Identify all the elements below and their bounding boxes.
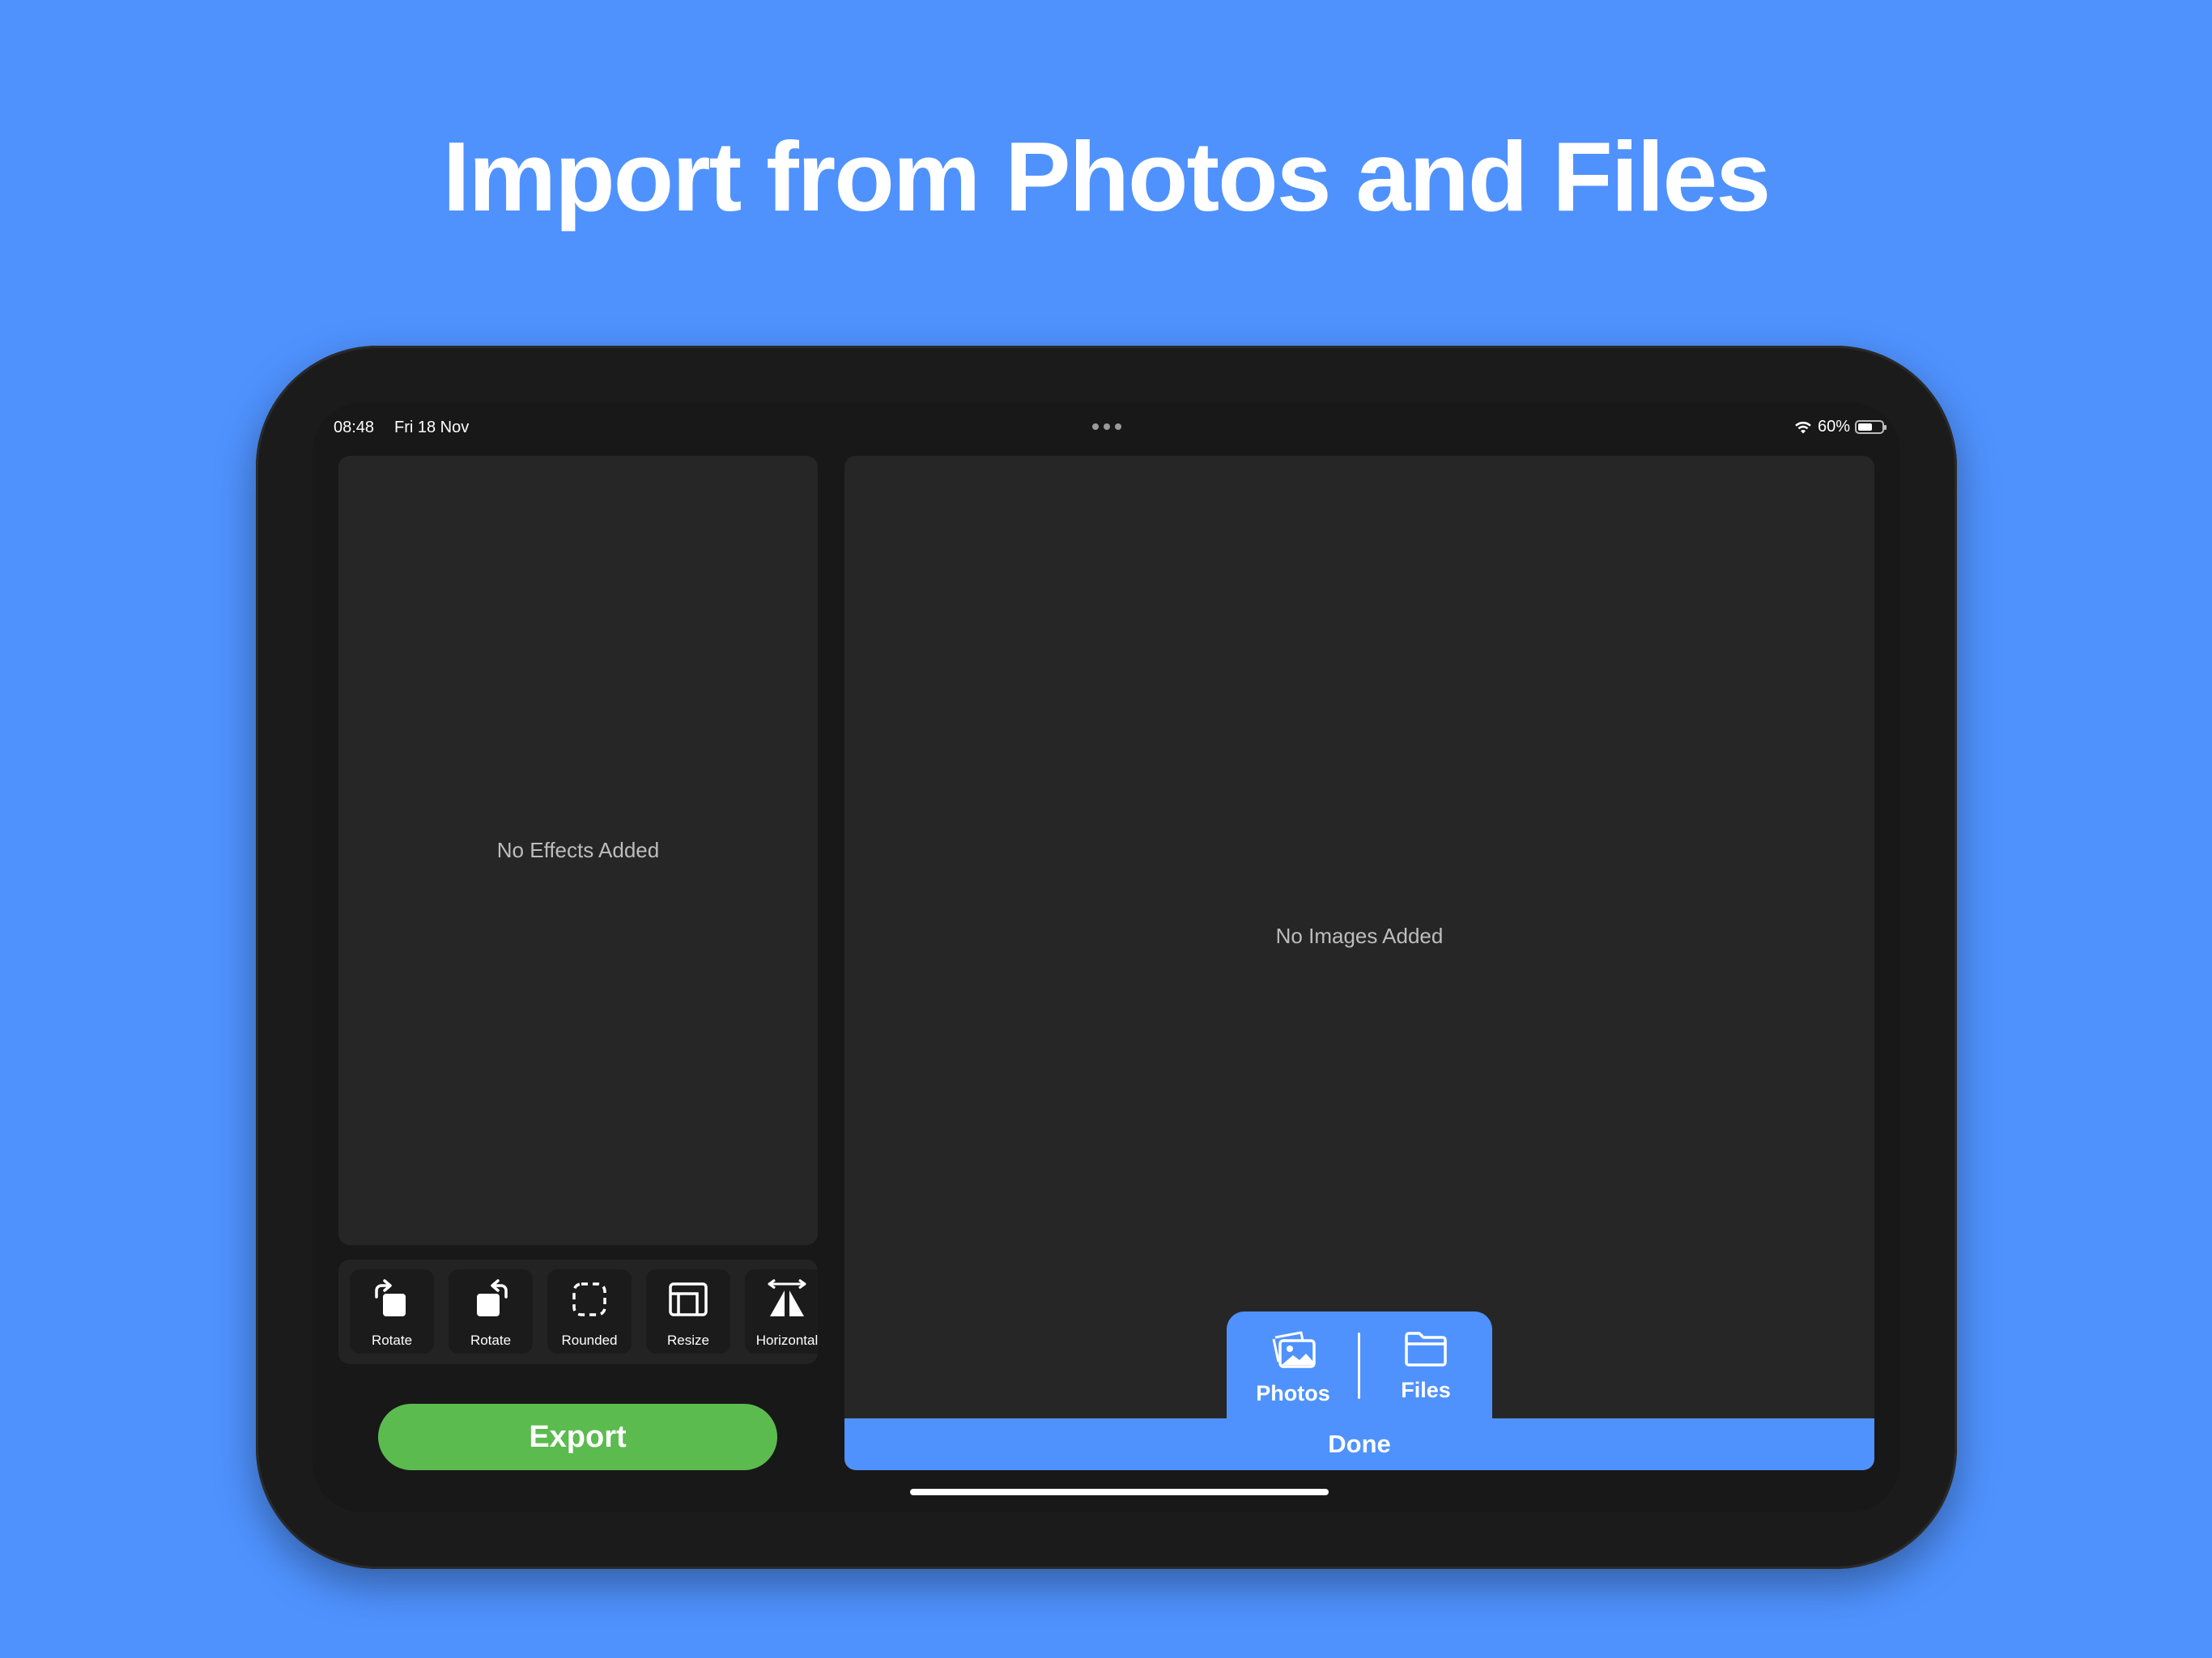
import-files-button[interactable]: Files (1359, 1312, 1492, 1417)
page-headline: Import from Photos and Files (442, 121, 1772, 232)
device-screen: 08:48 Fri 18 Nov 60% No Effects Added Ro… (313, 402, 1900, 1512)
status-date: Fri 18 Nov (394, 419, 470, 436)
status-bar: 08:48 Fri 18 Nov 60% (313, 402, 1900, 451)
import-photos-button[interactable]: Photos (1227, 1312, 1359, 1417)
photos-label: Photos (1256, 1381, 1330, 1405)
status-time: 08:48 (334, 419, 375, 436)
rotate-right-icon (375, 1279, 406, 1316)
rotate-left-button[interactable]: Rotate (449, 1269, 533, 1354)
multitasking-dots-icon[interactable] (1092, 419, 1121, 435)
rounded-button[interactable]: Rounded (547, 1269, 632, 1354)
ipad-device-frame: 08:48 Fri 18 Nov 60% No Effects Added Ro… (256, 346, 1957, 1569)
files-label: Files (1401, 1378, 1451, 1402)
import-menu: Photos Files (1227, 1312, 1492, 1425)
tool-label: Rounded (561, 1333, 618, 1348)
folder-icon (1405, 1332, 1447, 1367)
tool-label: Resize (667, 1333, 709, 1348)
battery-fill (1858, 423, 1872, 431)
photos-icon (1272, 1331, 1316, 1368)
wifi-icon (1795, 421, 1811, 434)
battery-percentage: 60% (1817, 417, 1850, 436)
tool-label: Rotate (371, 1333, 413, 1348)
flip-horizontal-button[interactable]: Horizontal (745, 1269, 818, 1354)
effects-empty-text: No Effects Added (496, 838, 660, 862)
resize-icon (669, 1282, 708, 1316)
status-indicators: 60% (1793, 415, 1887, 438)
images-panel: No Images Added Photos Files Done (844, 456, 1874, 1470)
tool-label: Horizontal (755, 1333, 818, 1348)
done-button[interactable]: Done (844, 1418, 1874, 1470)
rotate-right-button[interactable]: Rotate (350, 1269, 434, 1354)
flip-horizontal-icon (768, 1279, 806, 1316)
images-empty-text: No Images Added (1275, 924, 1444, 948)
effects-toolbar: Rotate Rotate Rounded Resize Horizontal (338, 1260, 818, 1364)
export-button[interactable]: Export (378, 1404, 777, 1470)
rounded-corners-icon (572, 1282, 606, 1316)
battery-icon (1855, 419, 1887, 434)
home-indicator[interactable] (910, 1489, 1329, 1495)
effects-panel: No Effects Added (338, 456, 818, 1245)
rotate-left-icon (477, 1279, 508, 1316)
resize-button[interactable]: Resize (646, 1269, 730, 1354)
tool-label: Rotate (470, 1333, 512, 1348)
